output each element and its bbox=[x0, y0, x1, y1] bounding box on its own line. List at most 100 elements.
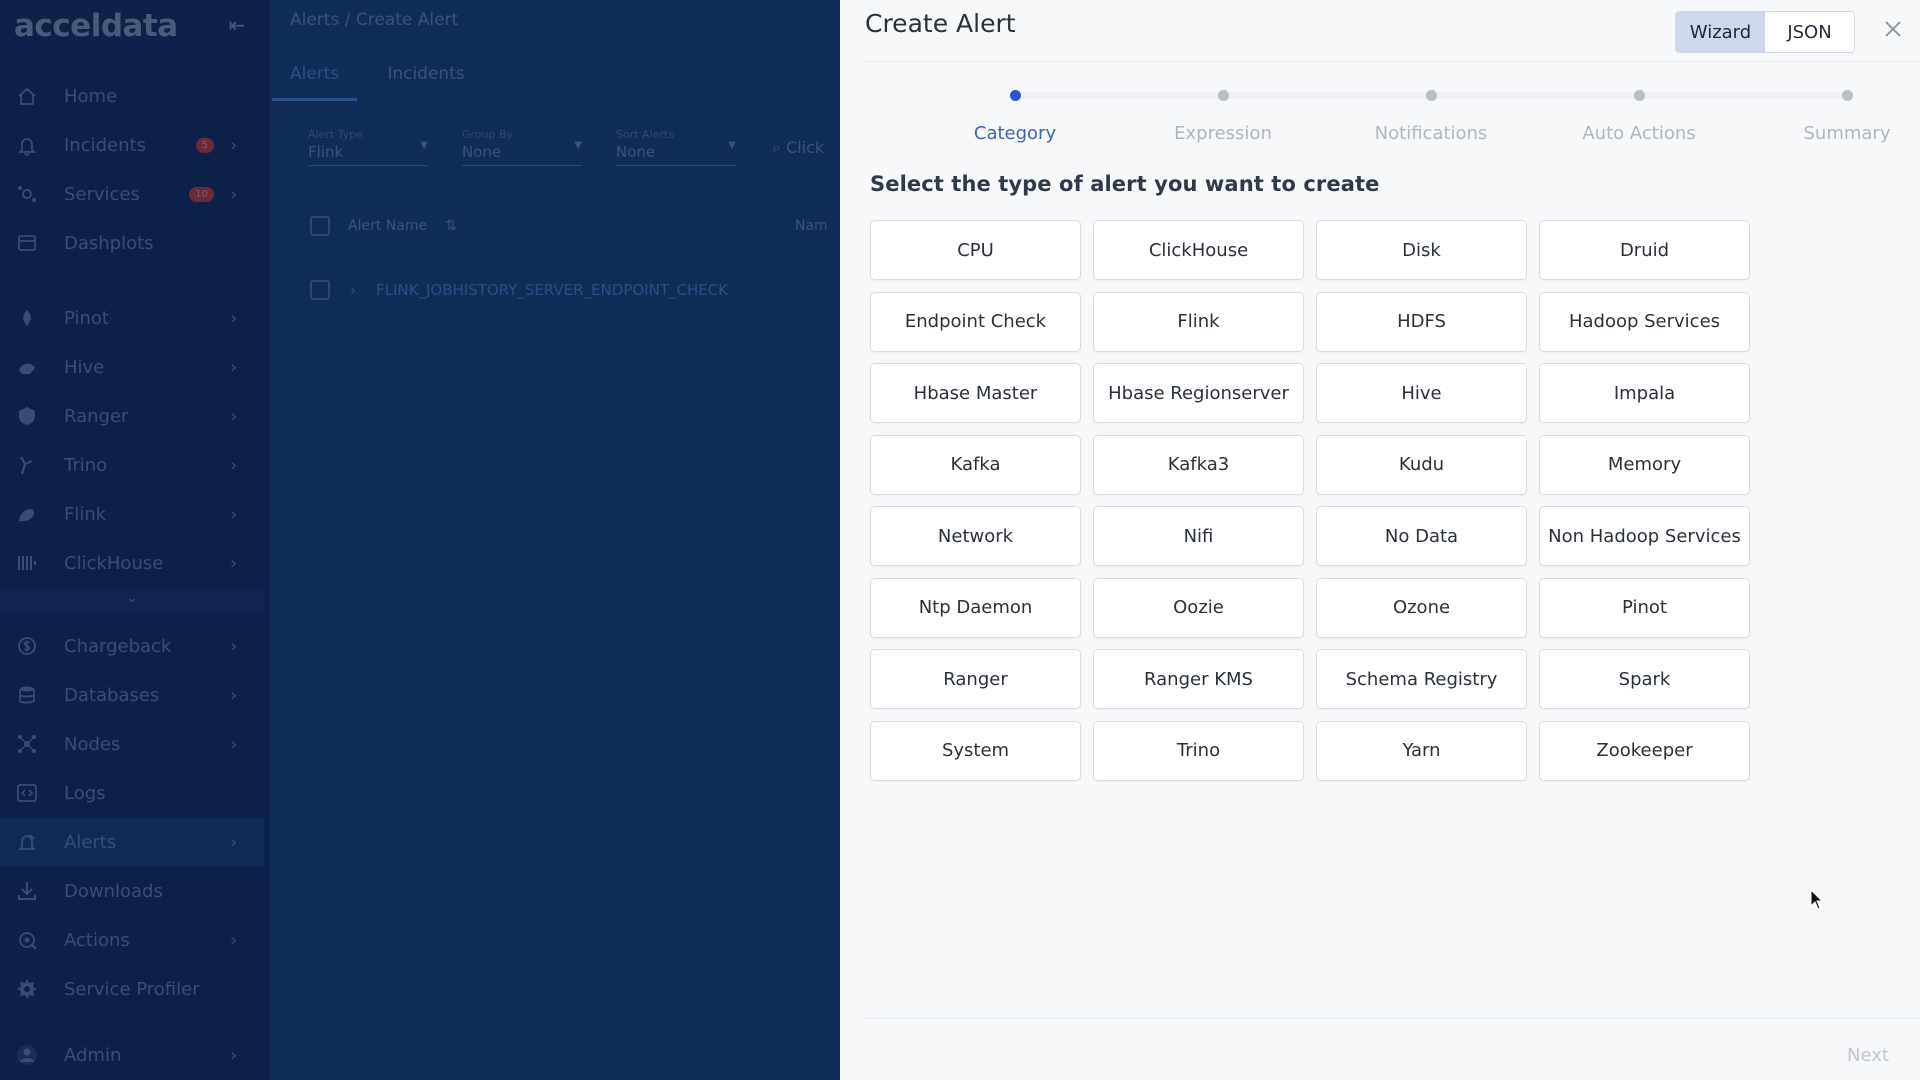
show-more-chevron-icon[interactable]: ⌄ bbox=[0, 590, 264, 614]
step-label: Auto Actions bbox=[1582, 123, 1696, 144]
step-category[interactable]: Category bbox=[915, 80, 1115, 144]
step-expression[interactable]: Expression bbox=[1123, 80, 1323, 144]
column-header-alert-name[interactable]: Alert Name bbox=[348, 218, 427, 234]
tab-incidents[interactable]: Incidents bbox=[387, 64, 464, 101]
category-hadoop-services-button[interactable]: Hadoop Services bbox=[1539, 291, 1750, 352]
category-nifi-button[interactable]: Nifi bbox=[1093, 506, 1304, 566]
chevron-right-icon: › bbox=[230, 454, 238, 476]
step-auto-actions[interactable]: Auto Actions bbox=[1539, 80, 1739, 144]
modal-title: Create Alert bbox=[865, 9, 1016, 38]
sidebar-item-pinot[interactable]: Pinot › bbox=[0, 294, 264, 342]
main-content: Alerts / Create Alert Alerts Incidents A… bbox=[270, 0, 840, 1080]
category-oozie-button[interactable]: Oozie bbox=[1093, 577, 1304, 638]
sidebar-item-service-profiler[interactable]: Service Profiler bbox=[0, 965, 264, 1013]
next-button[interactable]: Next bbox=[1847, 1045, 1889, 1066]
json-toggle-button[interactable]: JSON bbox=[1765, 12, 1854, 52]
sidebar-item-incidents[interactable]: Incidents 5 › bbox=[0, 121, 264, 169]
sidebar-item-clickhouse[interactable]: ClickHouse › bbox=[0, 539, 264, 587]
sidebar-item-downloads[interactable]: Downloads bbox=[0, 867, 264, 915]
download-icon bbox=[14, 878, 40, 904]
sidebar-item-hive[interactable]: Hive › bbox=[0, 343, 264, 391]
breadcrumb[interactable]: Alerts / Create Alert bbox=[290, 10, 458, 30]
category-network-button[interactable]: Network bbox=[870, 506, 1081, 566]
category-spark-button[interactable]: Spark bbox=[1539, 649, 1750, 709]
sidebar-item-label: ClickHouse bbox=[64, 552, 164, 574]
category-endpoint-check-button[interactable]: Endpoint Check bbox=[870, 291, 1081, 352]
category-schema-registry-button[interactable]: Schema Registry bbox=[1316, 649, 1527, 709]
category-ranger-kms-button[interactable]: Ranger KMS bbox=[1093, 649, 1304, 709]
category-hbase-master-button[interactable]: Hbase Master bbox=[870, 363, 1081, 423]
sidebar-item-chargeback[interactable]: Chargeback › bbox=[0, 622, 264, 670]
category-druid-button[interactable]: Druid bbox=[1539, 220, 1750, 280]
category-impala-button[interactable]: Impala bbox=[1539, 363, 1750, 423]
category-system-button[interactable]: System bbox=[870, 720, 1081, 781]
category-hbase-regionserver-button[interactable]: Hbase Regionserver bbox=[1093, 363, 1304, 423]
sidebar-item-alerts[interactable]: Alerts › bbox=[0, 818, 264, 866]
expand-row-icon[interactable]: › bbox=[350, 281, 356, 299]
step-notifications[interactable]: Notifications bbox=[1331, 80, 1531, 144]
row-checkbox[interactable] bbox=[310, 280, 330, 300]
table-row[interactable]: › FLINK_JOBHISTORY_SERVER_ENDPOINT_CHECK bbox=[310, 280, 728, 300]
sidebar-item-logs[interactable]: Logs bbox=[0, 769, 264, 817]
search-icon: ⌕ bbox=[772, 138, 781, 157]
sidebar-item-label: Admin bbox=[64, 1044, 122, 1066]
sidebar-item-label: Home bbox=[64, 85, 118, 107]
sort-alerts-filter[interactable]: Sort Alerts None ▼ bbox=[616, 128, 736, 166]
search-field[interactable]: ⌕ Click bbox=[772, 138, 824, 158]
category-trino-button[interactable]: Trino bbox=[1093, 720, 1304, 781]
alert-type-filter[interactable]: Alert Type Flink ▼ bbox=[308, 128, 428, 166]
group-by-filter[interactable]: Group By None ▼ bbox=[462, 128, 582, 166]
category-kudu-button[interactable]: Kudu bbox=[1316, 434, 1527, 495]
sidebar-item-databases[interactable]: Databases › bbox=[0, 671, 264, 719]
sidebar-item-trino[interactable]: Trino › bbox=[0, 441, 264, 489]
sidebar-item-admin[interactable]: Admin › bbox=[0, 1031, 264, 1079]
category-pinot-button[interactable]: Pinot bbox=[1539, 577, 1750, 638]
create-alert-modal: Create Alert Wizard JSON Category Expres… bbox=[840, 0, 1920, 1080]
table-header: Alert Name ⇅ bbox=[310, 216, 457, 236]
footer-divider bbox=[865, 1018, 1920, 1019]
chevron-right-icon: › bbox=[230, 929, 238, 951]
close-icon[interactable] bbox=[1882, 18, 1904, 40]
pinot-icon bbox=[14, 305, 40, 331]
chevron-right-icon: › bbox=[230, 733, 238, 755]
sidebar-item-flink[interactable]: Flink › bbox=[0, 490, 264, 538]
category-yarn-button[interactable]: Yarn bbox=[1316, 720, 1527, 781]
sidebar-item-label: Pinot bbox=[64, 307, 109, 329]
filter-bar: Alert Type Flink ▼ Group By None ▼ Sort … bbox=[308, 128, 736, 166]
category-ntp-daemon-button[interactable]: Ntp Daemon bbox=[870, 577, 1081, 638]
category-ozone-button[interactable]: Ozone bbox=[1316, 577, 1527, 638]
tab-bar: Alerts Incidents bbox=[272, 64, 513, 101]
category-flink-button[interactable]: Flink bbox=[1093, 291, 1304, 352]
sort-icon[interactable]: ⇅ bbox=[445, 218, 457, 234]
tab-alerts[interactable]: Alerts bbox=[272, 64, 358, 101]
category-non-hadoop-services-button[interactable]: Non Hadoop Services bbox=[1539, 506, 1750, 566]
category-kafka-button[interactable]: Kafka bbox=[870, 434, 1081, 495]
category-hdfs-button[interactable]: HDFS bbox=[1316, 291, 1527, 352]
sidebar-item-actions[interactable]: Actions › bbox=[0, 916, 264, 964]
row-alert-name[interactable]: FLINK_JOBHISTORY_SERVER_ENDPOINT_CHECK bbox=[376, 281, 728, 299]
category-hive-button[interactable]: Hive bbox=[1316, 363, 1527, 423]
sidebar-item-services[interactable]: Services 10 › bbox=[0, 170, 264, 218]
clickhouse-icon bbox=[14, 550, 40, 576]
step-summary[interactable]: Summary bbox=[1747, 80, 1920, 144]
collapse-sidebar-icon[interactable]: ⇤ bbox=[224, 12, 250, 38]
chevron-right-icon: › bbox=[230, 831, 238, 853]
category-memory-button[interactable]: Memory bbox=[1539, 434, 1750, 495]
category-clickhouse-button[interactable]: ClickHouse bbox=[1093, 220, 1304, 280]
database-icon bbox=[14, 682, 40, 708]
category-cpu-button[interactable]: CPU bbox=[870, 220, 1081, 280]
category-zookeeper-button[interactable]: Zookeeper bbox=[1539, 720, 1750, 781]
user-icon bbox=[14, 1042, 40, 1068]
sidebar-item-dashplots[interactable]: Dashplots bbox=[0, 219, 264, 267]
category-disk-button[interactable]: Disk bbox=[1316, 220, 1527, 280]
category-no-data-button[interactable]: No Data bbox=[1316, 506, 1527, 566]
select-all-checkbox[interactable] bbox=[310, 216, 330, 236]
sidebar-item-label: Nodes bbox=[64, 733, 121, 755]
wizard-toggle-button[interactable]: Wizard bbox=[1676, 12, 1765, 52]
sidebar-item-home[interactable]: Home bbox=[0, 72, 264, 120]
sidebar-item-nodes[interactable]: Nodes › bbox=[0, 720, 264, 768]
column-header-name[interactable]: Nam bbox=[795, 218, 828, 234]
category-ranger-button[interactable]: Ranger bbox=[870, 649, 1081, 709]
category-kafka3-button[interactable]: Kafka3 bbox=[1093, 434, 1304, 495]
sidebar-item-ranger[interactable]: Ranger › bbox=[0, 392, 264, 440]
